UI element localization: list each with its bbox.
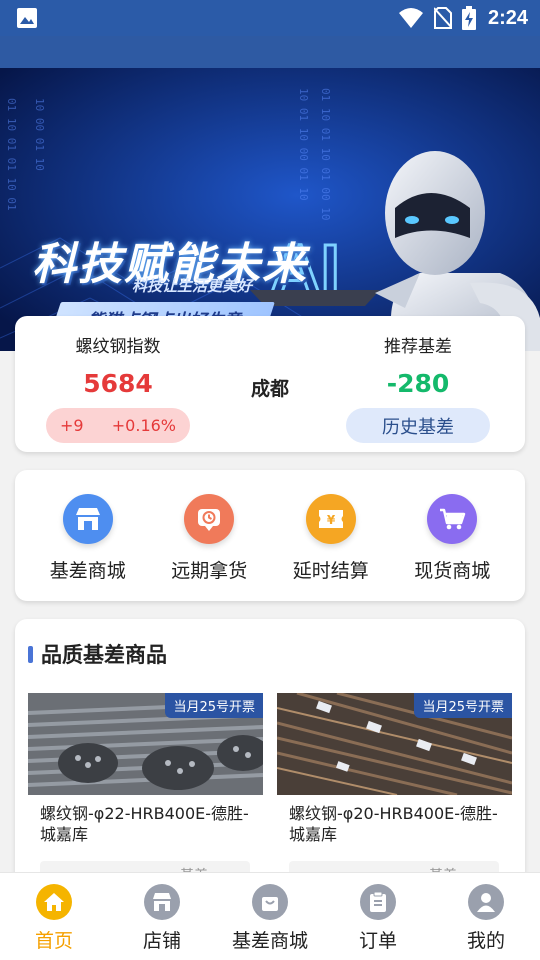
- history-basis-button[interactable]: 历史基差: [346, 408, 490, 443]
- recommended-basis-block: 推荐基差 -280 历史基差: [343, 332, 493, 443]
- svg-text:10 00 01 10: 10 00 01 10: [33, 98, 46, 171]
- menu-label: 现货商城: [414, 560, 491, 582]
- store-icon: [62, 494, 113, 544]
- index-change-badge: +9 +0.16%: [46, 408, 190, 443]
- menu-spot-mall[interactable]: 现货商城: [397, 470, 507, 601]
- menu-label: 延时结算: [292, 560, 369, 582]
- wifi-icon: [398, 8, 423, 28]
- product-card-2[interactable]: 当月25号开票 螺纹钢-φ20-HRB400E-德胜-城嘉库 基差: [277, 693, 512, 901]
- tab-label: 订单: [358, 930, 397, 952]
- tab-shop[interactable]: 店铺: [108, 873, 216, 960]
- recommended-basis-label: 推荐基差: [384, 337, 452, 357]
- rebar-index-block[interactable]: 螺纹钢指数 5684 +9 +0.16%: [43, 332, 193, 443]
- header-band: [0, 36, 540, 68]
- section-title: 品质基差商品: [41, 643, 167, 667]
- promo-banner[interactable]: 01 10 01 10 01 00 10 10 01 10 00 01 10 0…: [0, 68, 540, 351]
- index-change-pct: +0.16%: [111, 416, 176, 435]
- menu-basis-mall[interactable]: 基差商城: [33, 470, 143, 601]
- clock-icon: [184, 494, 235, 544]
- svg-text:01 10 01 10 01 00 10: 01 10 01 10 01 00 10: [319, 88, 332, 220]
- svg-text:10 01 10 00 01 10: 10 01 10 00 01 10: [297, 88, 310, 201]
- quick-menu: 基差商城 远期拿货 ¥ 延时结算 现货商城: [15, 470, 525, 601]
- product-card-1[interactable]: 当月25号开票 螺纹钢-φ22-HRB400E-德胜-城嘉库 基差: [28, 693, 263, 901]
- menu-deferred-settlement[interactable]: ¥ 延时结算: [276, 470, 386, 601]
- svg-text:01 10 01 01 10 01: 01 10 01 01 10 01: [5, 98, 18, 211]
- ticket-icon: ¥: [305, 494, 356, 544]
- menu-label: 基差商城: [49, 560, 126, 582]
- section-header: 品质基差商品: [28, 639, 167, 669]
- rebar-index-label: 螺纹钢指数: [75, 337, 161, 357]
- product-image-rebar: 当月25号开票: [28, 693, 263, 795]
- menu-forward-pickup[interactable]: 远期拿货: [154, 470, 264, 601]
- menu-label: 远期拿货: [171, 560, 248, 582]
- battery-charging-icon: [461, 6, 476, 30]
- user-icon: [468, 884, 504, 920]
- status-bar: 2:24: [0, 0, 540, 36]
- tab-basis-mall[interactable]: 基差商城: [216, 873, 324, 960]
- banner-subline: 科技让生活更美好: [132, 277, 253, 295]
- tab-label: 基差商城: [231, 930, 308, 952]
- tab-label: 首页: [34, 930, 73, 952]
- home-icon: [36, 884, 72, 920]
- tab-label: 我的: [466, 930, 505, 952]
- rebar-index-value: 5684: [83, 369, 153, 398]
- tab-me[interactable]: 我的: [432, 873, 540, 960]
- section-marker: [28, 645, 33, 663]
- recommended-basis-value: -280: [386, 369, 450, 398]
- tab-home[interactable]: 首页: [0, 873, 108, 960]
- clock-time: 2:24: [487, 6, 528, 29]
- svg-text:¥: ¥: [327, 513, 336, 527]
- clipboard-icon: [360, 884, 396, 920]
- invoice-tag: 当月25号开票: [165, 693, 263, 718]
- invoice-tag: 当月25号开票: [414, 693, 512, 718]
- cart-icon: [427, 494, 478, 544]
- index-change-abs: +9: [60, 416, 84, 435]
- image-notification-icon: [17, 8, 37, 28]
- bag-icon: [252, 884, 288, 920]
- index-card: 螺纹钢指数 5684 +9 +0.16% 成都 推荐基差 -280 历史基差: [15, 316, 525, 452]
- no-sim-icon: [433, 7, 452, 29]
- shop-icon: [144, 884, 180, 920]
- product-name: 螺纹钢-φ22-HRB400E-德胜-城嘉库: [40, 804, 249, 844]
- tab-label: 店铺: [142, 930, 181, 952]
- tab-orders[interactable]: 订单: [324, 873, 432, 960]
- product-name: 螺纹钢-φ20-HRB400E-德胜-城嘉库: [289, 804, 498, 844]
- product-image-rebar: 当月25号开票: [277, 693, 512, 795]
- city-label[interactable]: 成都: [245, 374, 295, 401]
- bottom-tab-bar: 首页 店铺 基差商城 订单 我的: [0, 872, 540, 960]
